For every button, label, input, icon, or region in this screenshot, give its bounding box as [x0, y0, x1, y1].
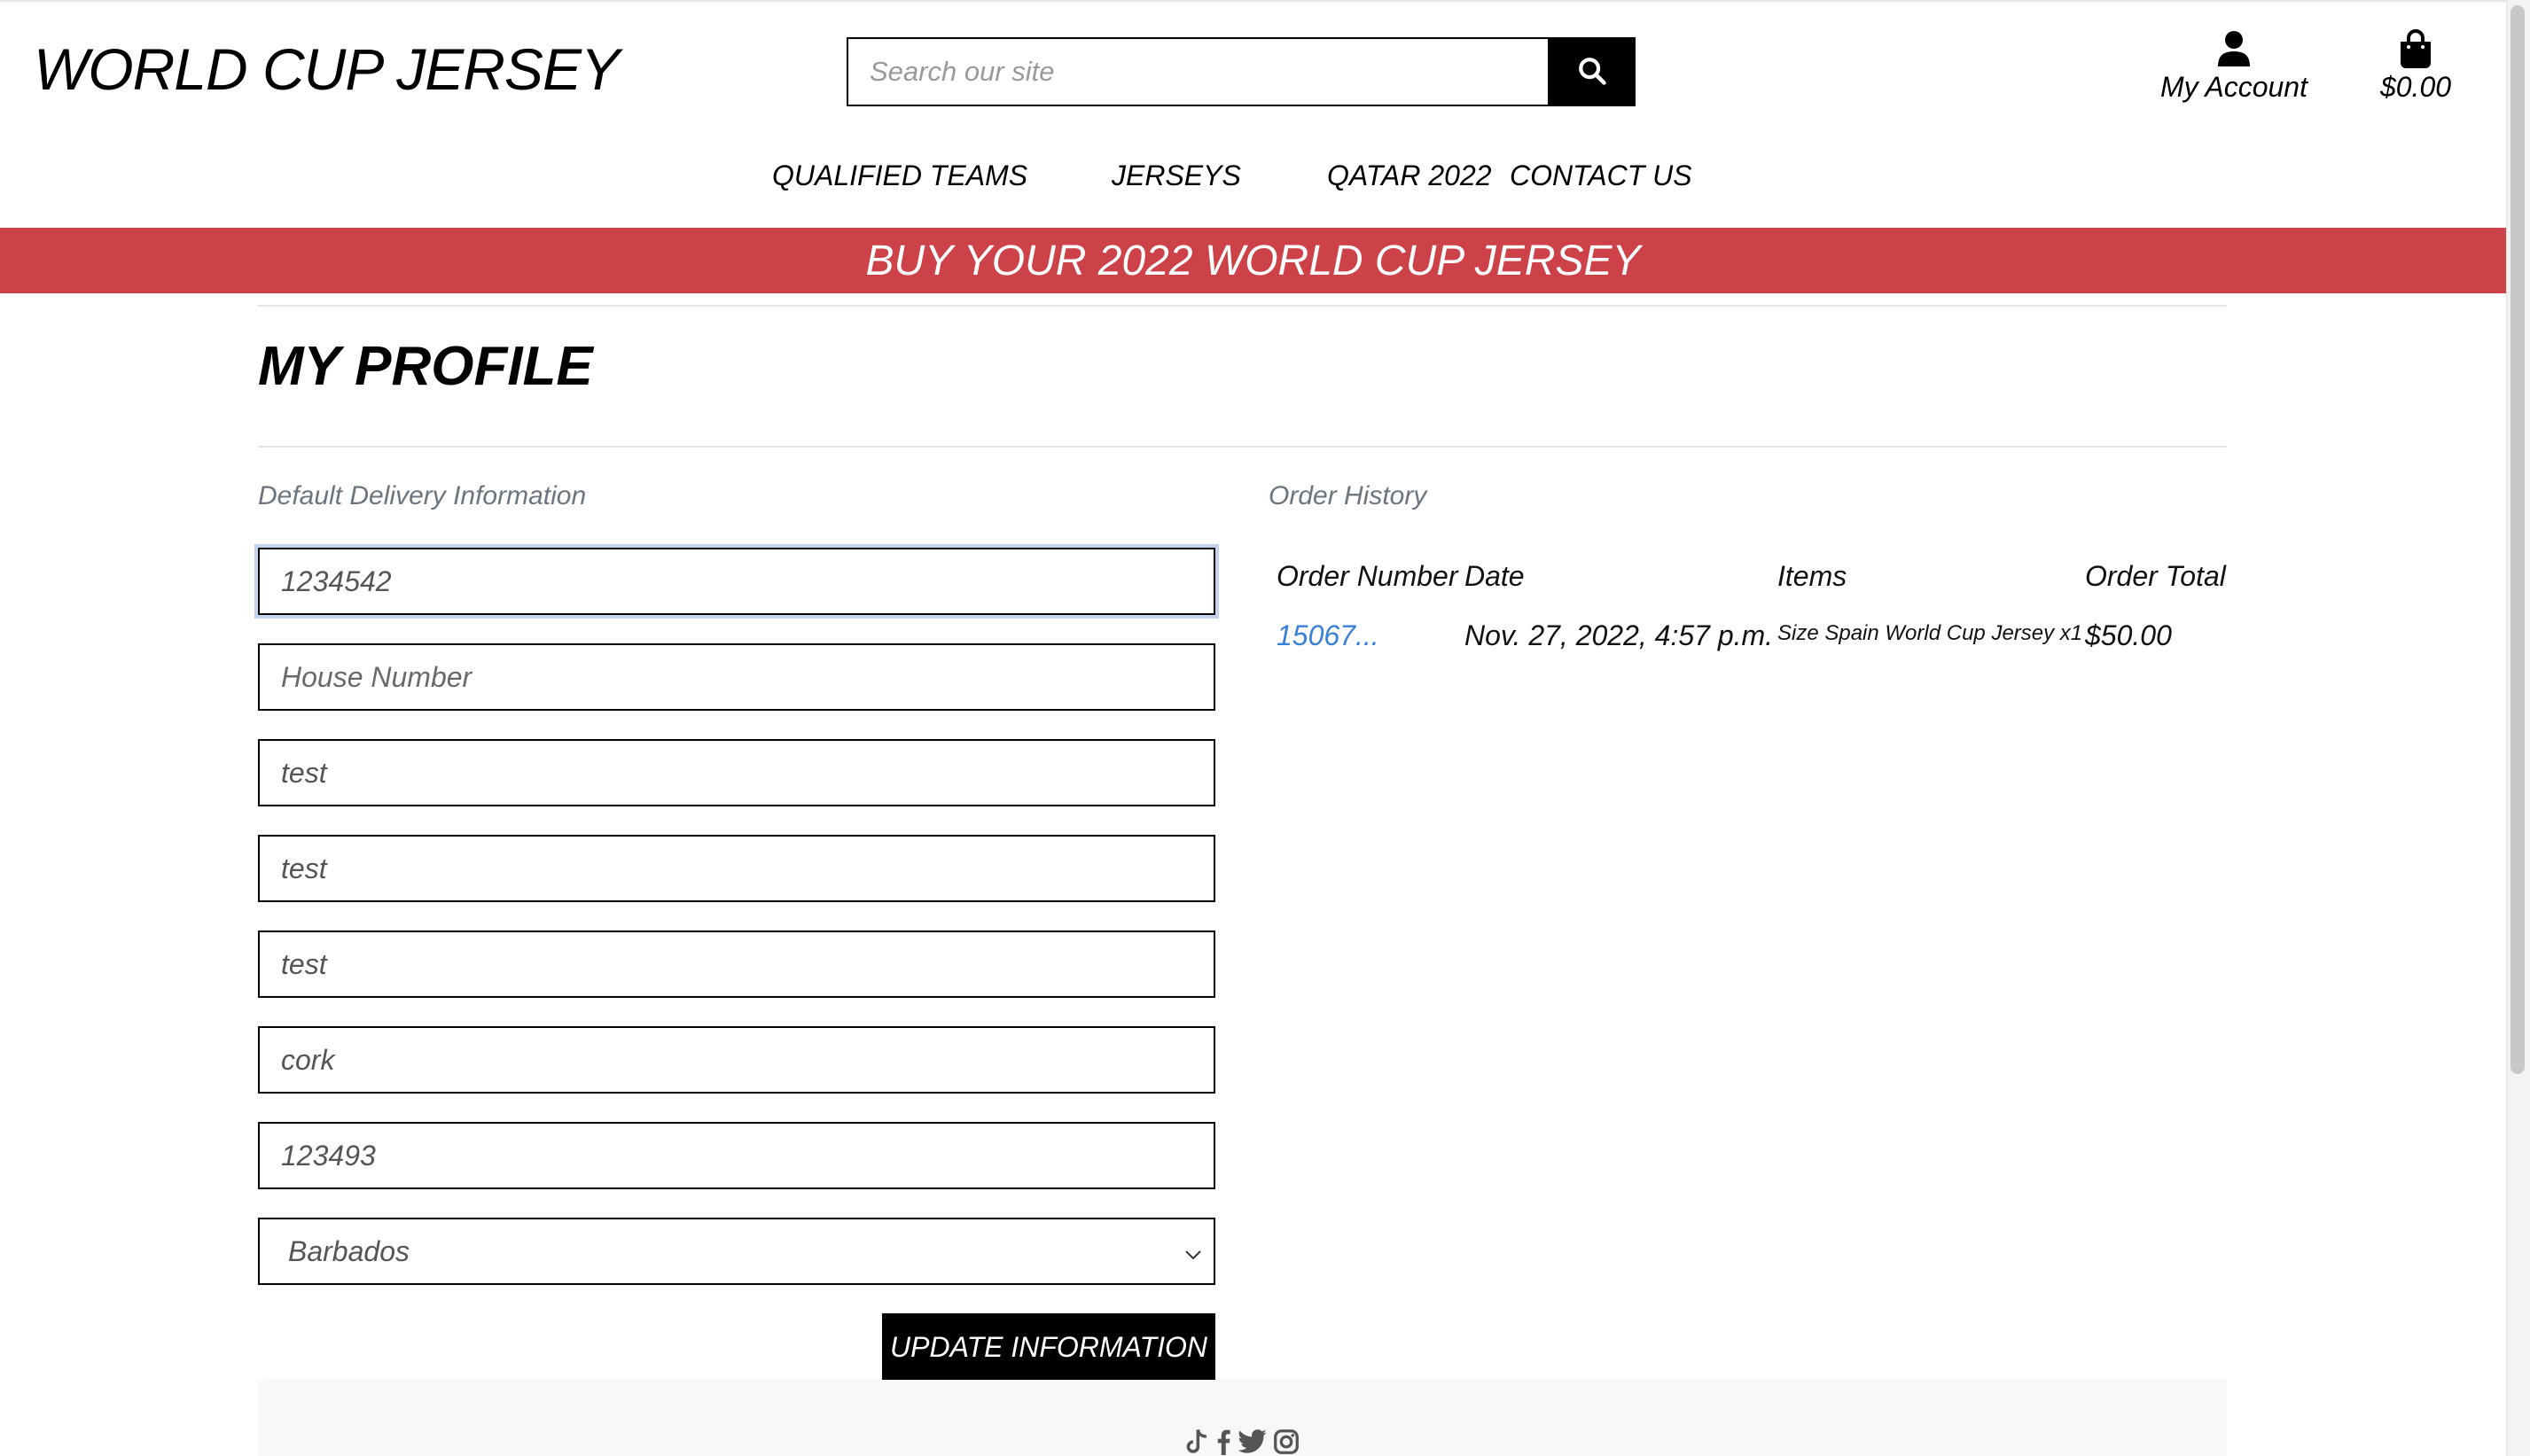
update-information-button[interactable]: UPDATE INFORMATION — [882, 1313, 1215, 1381]
postcode-field[interactable] — [258, 1122, 1215, 1189]
nav-contact-us[interactable]: CONTACT US — [1510, 160, 1692, 192]
instagram-icon[interactable] — [1273, 1429, 1300, 1455]
search-icon — [1577, 56, 1607, 89]
nav-qatar-2022[interactable]: QATAR 2022 — [1327, 160, 1492, 192]
house-number-field[interactable] — [258, 643, 1215, 711]
search-button[interactable] — [1548, 37, 1636, 106]
street-address-2-field[interactable] — [258, 835, 1215, 902]
order-date: Nov. 27, 2022, 4:57 p.m. — [1464, 619, 1774, 651]
top-divider — [0, 0, 2506, 2]
promo-banner-text: BUY YOUR 2022 WORLD CUP JERSEY — [865, 237, 1641, 284]
column-header-items: Items — [1777, 560, 1847, 592]
order-total: $50.00 — [2085, 619, 2172, 651]
promo-banner: BUY YOUR 2022 WORLD CUP JERSEY — [0, 228, 2506, 293]
column-header-order-number: Order Number — [1277, 560, 1458, 592]
order-number-link[interactable]: 15067... — [1277, 619, 1379, 652]
divider — [258, 446, 2227, 448]
facebook-icon[interactable] — [1214, 1429, 1232, 1455]
county-field[interactable] — [258, 1026, 1215, 1094]
page-title: MY PROFILE — [258, 336, 593, 397]
social-links — [1184, 1429, 1300, 1455]
chevron-down-icon — [1183, 1235, 1203, 1268]
phone-number-field[interactable] — [258, 548, 1215, 615]
search-bar — [847, 37, 1636, 106]
column-header-date: Date — [1464, 560, 1525, 592]
twitter-icon[interactable] — [1238, 1429, 1268, 1455]
divider — [258, 305, 2227, 307]
country-select-value: Barbados — [288, 1234, 410, 1267]
nav-jerseys[interactable]: JERSEYS — [1112, 160, 1241, 192]
delivery-info-label: Default Delivery Information — [258, 481, 587, 510]
scrollbar-thumb[interactable] — [2510, 5, 2525, 1074]
shopping-bag-icon — [2358, 28, 2473, 69]
user-icon — [2154, 28, 2314, 69]
cart-link[interactable]: $0.00 — [2358, 28, 2473, 104]
cart-total: $0.00 — [2379, 71, 2452, 103]
site-logo[interactable]: WORLD CUP JERSEY — [34, 35, 620, 103]
street-address-field[interactable] — [258, 739, 1215, 806]
country-select[interactable]: Barbados — [258, 1218, 1215, 1285]
nav-qualified-teams[interactable]: QUALIFIED TEAMS — [772, 160, 1027, 192]
my-account-label: My Account — [2160, 71, 2307, 103]
my-account-link[interactable]: My Account — [2154, 28, 2314, 104]
order-items: Size Spain World Cup Jersey x1 — [1777, 621, 2083, 645]
town-city-field[interactable] — [258, 930, 1215, 998]
order-history-label: Order History — [1269, 481, 1427, 510]
column-header-order-total: Order Total — [2085, 560, 2226, 592]
page: WORLD CUP JERSEY My Account — [0, 0, 2530, 1456]
tiktok-icon[interactable] — [1184, 1429, 1209, 1455]
search-input[interactable] — [847, 37, 1548, 106]
